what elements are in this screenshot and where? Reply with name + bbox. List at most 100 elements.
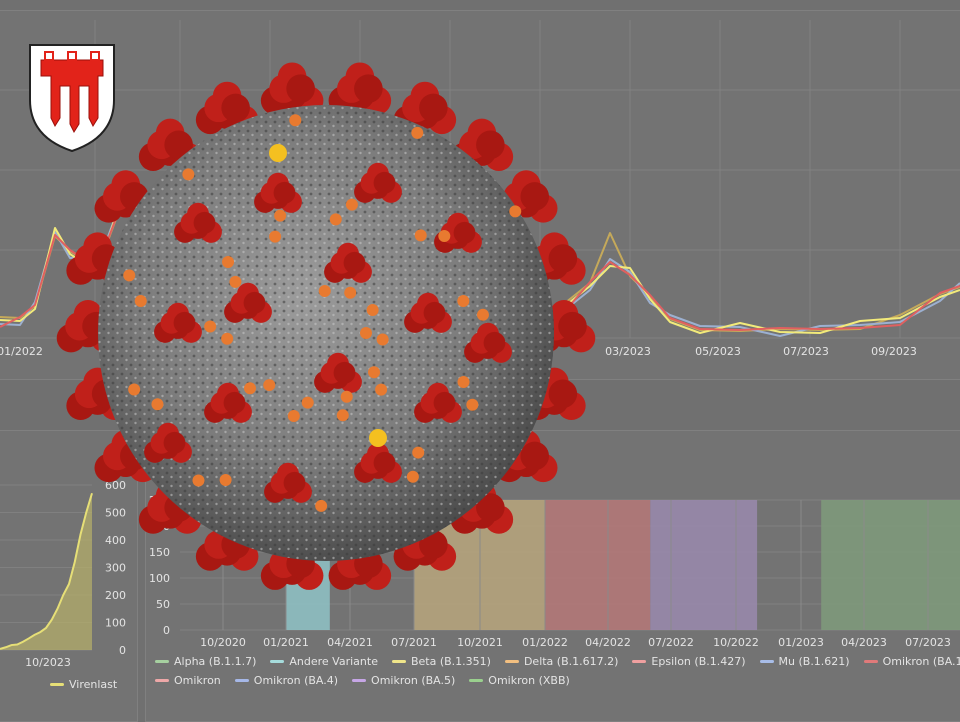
spike-lobe — [223, 391, 246, 414]
virus-protein-dot — [406, 470, 419, 483]
spike-lobe — [221, 93, 250, 123]
virenlast-legend-item[interactable]: Virenlast — [50, 678, 117, 691]
legend-swatch — [50, 683, 64, 686]
virus-protein-dot — [301, 396, 314, 409]
legend-label: Omikron (XBB) — [488, 674, 570, 687]
virus-protein-dot — [219, 473, 232, 486]
virus-protein-dot — [412, 446, 425, 459]
variants-legend-item[interactable]: Omikron — [155, 674, 221, 687]
variants-legend-item[interactable]: Beta (B.1.351) — [391, 655, 491, 668]
virus-protein-dot — [274, 209, 287, 222]
variants-legend: Alpha (B.1.1.7) Andere Variante Beta (B.1.… — [155, 655, 960, 687]
legend-swatch — [469, 679, 484, 682]
legend-swatch — [759, 660, 774, 663]
spike-lobe — [193, 211, 216, 234]
virus-protein-dot — [466, 398, 479, 411]
virenlast-legend: Virenlast — [50, 678, 117, 691]
spike-lobe — [373, 171, 396, 194]
top-x-tick-label: 03/2023 — [605, 345, 651, 358]
virus-protein-dot — [375, 383, 388, 396]
virus-protein-dot — [263, 379, 276, 392]
virus-protein-dot — [315, 499, 328, 512]
legend-label: Omikron (BA.4) — [253, 674, 339, 687]
virus-protein-dot — [340, 390, 353, 403]
virus-protein-dot — [229, 275, 242, 288]
spike-lobe — [273, 181, 296, 204]
legend-label: Delta (B.1.617.2) — [523, 655, 619, 668]
variants-y-tick-label: 0 — [163, 624, 170, 637]
virus-protein-dot — [287, 409, 300, 422]
spike-lobe — [373, 451, 396, 474]
virus-protein-dot — [123, 269, 136, 282]
virus-protein-dot — [411, 126, 424, 139]
variants-legend-item[interactable]: Omikron (XBB) — [469, 674, 570, 687]
virus-protein-dot — [360, 327, 372, 339]
legend-swatch — [270, 660, 285, 663]
virus-protein-dot — [366, 304, 379, 317]
legend-label: Virenlast — [69, 678, 118, 691]
variants-legend-item[interactable]: Mu (B.1.621) — [759, 655, 850, 668]
variants-x-tick-label: 10/2020 — [200, 636, 246, 649]
variants-x-tick-label: 07/2021 — [391, 636, 437, 649]
variants-legend-item[interactable]: Delta (B.1.617.2) — [504, 655, 619, 668]
top-x-tick-label: 05/2023 — [695, 345, 741, 358]
virus-protein-dot — [509, 205, 522, 218]
legend-label: Epsilon (B.1.427) — [651, 655, 746, 668]
virus-protein-dot — [438, 229, 451, 242]
virus-highlight-dot — [369, 429, 387, 447]
variants-legend-item[interactable]: Omikron (BA.5) — [352, 674, 455, 687]
legend-label: Beta (B.1.351) — [410, 655, 491, 668]
variants-legend-item[interactable]: Alpha (B.1.1.7) — [155, 655, 256, 668]
spike-lobe — [286, 74, 315, 103]
virus-protein-dot — [336, 409, 349, 422]
variant-band-4 — [821, 500, 960, 630]
spike-lobe — [548, 379, 578, 409]
virus-protein-dot — [222, 255, 235, 268]
spike-lobe — [343, 251, 366, 274]
legend-swatch — [352, 679, 367, 682]
variants-x-tick-label: 07/2022 — [648, 636, 694, 649]
virus-protein-dot — [457, 376, 470, 389]
spike-lobe — [520, 182, 549, 211]
virenlast-x-tick-label: 10/2023 — [25, 656, 71, 669]
virus-protein-dot — [414, 229, 427, 242]
spike-lobe — [333, 361, 356, 384]
legend-swatch — [632, 660, 647, 663]
spike-lobe — [354, 74, 383, 103]
legend-swatch — [504, 660, 519, 663]
variants-legend-item[interactable]: Omikron (BA.4) — [234, 674, 339, 687]
spike-lobe — [483, 331, 506, 354]
virus-protein-dot — [376, 333, 389, 346]
legend-swatch — [234, 679, 249, 682]
spike-lobe — [520, 441, 549, 471]
variants-x-tick-label: 01/2021 — [263, 636, 309, 649]
variants-x-tick-label: 04/2022 — [585, 636, 631, 649]
virus-protein-dot — [192, 474, 205, 487]
variants-legend-item[interactable]: Andere Variante — [270, 655, 378, 668]
legend-swatch — [155, 679, 169, 682]
variants-x-tick-label: 04/2021 — [327, 636, 373, 649]
legend-label: Andere Variante — [289, 655, 378, 668]
virus-protein-dot — [289, 114, 302, 127]
spike-lobe — [419, 93, 448, 123]
variants-legend-item[interactable]: Epsilon (B.1.427) — [632, 655, 746, 668]
coronavirus-illustration — [56, 62, 596, 590]
legend-label: Omikron (BA.1) — [882, 655, 960, 668]
virus-protein-dot — [269, 230, 282, 243]
spike-lobe — [453, 221, 476, 244]
legend-label: Omikron — [174, 674, 221, 687]
spike-lobe — [476, 130, 505, 160]
virus-highlight-dot — [269, 144, 287, 162]
spike-lobe — [243, 291, 266, 314]
legend-label: Omikron (BA.5) — [371, 674, 456, 687]
spike-lobe — [163, 431, 186, 454]
virus-protein-dot — [128, 383, 141, 396]
variants-legend-item[interactable]: Omikron (BA.1) — [863, 655, 960, 668]
legend-swatch — [155, 660, 169, 663]
virus-protein-dot — [476, 308, 489, 321]
top-x-tick-label: 09/2023 — [871, 345, 917, 358]
variants-x-tick-label: 04/2023 — [841, 636, 887, 649]
variants-x-tick-label: 10/2021 — [457, 636, 503, 649]
virus-protein-dot — [318, 285, 331, 298]
variants-x-tick-label: 10/2022 — [713, 636, 759, 649]
